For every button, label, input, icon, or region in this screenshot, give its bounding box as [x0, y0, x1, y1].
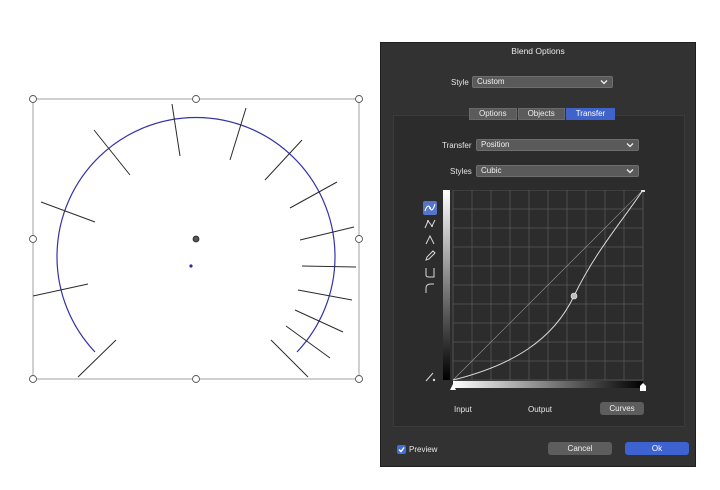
- tab-transfer[interactable]: Transfer: [565, 108, 616, 120]
- curve-control-point[interactable]: [570, 292, 578, 300]
- ok-button[interactable]: Ok: [625, 442, 689, 455]
- rotation-center-marker[interactable]: [192, 235, 200, 243]
- tab-options[interactable]: Options: [469, 108, 517, 120]
- output-gradient-bar: [453, 381, 643, 388]
- resize-handle-top-right[interactable]: [355, 95, 363, 103]
- resize-handle-bottom-left[interactable]: [29, 375, 37, 383]
- curves-button[interactable]: Curves: [600, 402, 644, 415]
- corner-points-icon[interactable]: [423, 217, 437, 231]
- styles-dropdown[interactable]: Cubic: [476, 165, 639, 177]
- check-icon: [398, 447, 405, 453]
- transfer-curve-editor[interactable]: [443, 190, 647, 400]
- style-dropdown-value: Custom: [477, 77, 505, 86]
- dialog-title: Blend Options: [511, 46, 565, 56]
- output-label: Output: [528, 405, 553, 414]
- curve-end-handle[interactable]: [641, 190, 645, 192]
- resize-handle-top-left[interactable]: [29, 95, 37, 103]
- resize-handle-right[interactable]: [355, 235, 363, 243]
- resize-handle-top[interactable]: [192, 95, 200, 103]
- curve-tool-icon[interactable]: [423, 201, 437, 215]
- transfer-dropdown[interactable]: Position: [476, 139, 639, 151]
- style-label: Style: [451, 78, 469, 87]
- u-curve-icon[interactable]: [423, 265, 437, 279]
- resize-handle-bottom-right[interactable]: [355, 375, 363, 383]
- style-dropdown[interactable]: Custom: [472, 76, 613, 88]
- chevron-down-icon: [626, 143, 634, 148]
- chevron-down-icon: [626, 169, 634, 174]
- chevron-down-icon: [600, 80, 608, 85]
- styles-label: Styles: [450, 167, 472, 176]
- resize-handle-bottom[interactable]: [192, 375, 200, 383]
- input-gradient-bar: [443, 190, 450, 380]
- styles-dropdown-value: Cubic: [481, 166, 502, 175]
- cancel-button[interactable]: Cancel: [548, 442, 612, 455]
- tab-objects[interactable]: Objects: [517, 108, 565, 120]
- object-center-point: [189, 264, 193, 268]
- peak-icon[interactable]: [423, 233, 437, 247]
- pencil-icon[interactable]: [423, 249, 437, 263]
- preview-label: Preview: [409, 445, 438, 454]
- blend-arc-path[interactable]: [56, 116, 336, 353]
- eyedropper-icon[interactable]: [423, 369, 437, 383]
- transfer-dropdown-value: Position: [481, 140, 510, 149]
- input-label: Input: [454, 405, 472, 414]
- preview-checkbox[interactable]: [397, 445, 406, 454]
- resize-handle-left[interactable]: [29, 235, 37, 243]
- l-curve-icon[interactable]: [423, 281, 437, 295]
- dialog-tabs: Options Objects Transfer: [469, 108, 616, 120]
- blend-options-dialog: Blend Options Style Custom Options Objec…: [380, 42, 696, 467]
- transfer-label: Transfer: [442, 141, 472, 150]
